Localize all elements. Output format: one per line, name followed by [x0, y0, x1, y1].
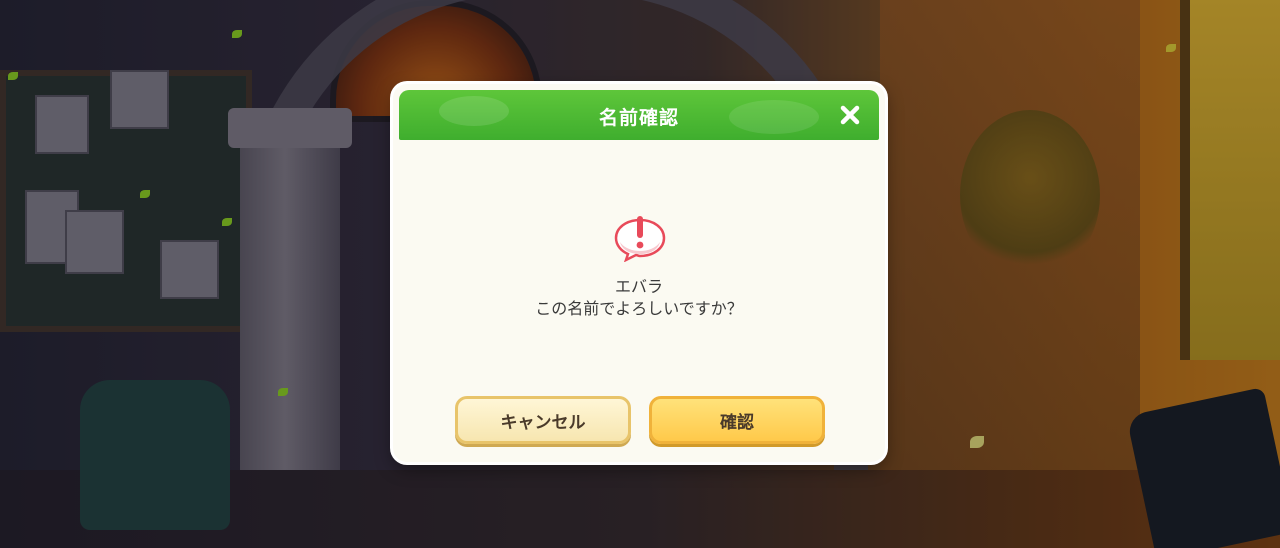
cancel-button-label: キャンセル	[500, 412, 586, 433]
floating-leaf	[232, 30, 242, 38]
close-icon	[840, 105, 860, 125]
bright-window	[1180, 0, 1280, 360]
pinned-note	[65, 210, 124, 274]
confirm-button-label: 確認	[720, 412, 754, 433]
confirm-question: この名前でよろしいですか？	[535, 299, 743, 318]
cancel-button[interactable]: キャンセル	[455, 396, 631, 444]
floating-leaf	[140, 190, 150, 198]
pinned-note	[160, 240, 219, 299]
floating-leaf	[278, 388, 288, 396]
floating-leaf	[8, 72, 18, 80]
pillar-capital	[228, 108, 352, 148]
exclamation-speech-bubble-icon	[612, 214, 668, 266]
dialog-title: 名前確認	[598, 107, 679, 129]
confirm-message: エバラ この名前でよろしいですか？	[393, 276, 885, 320]
glowing-butterfly	[970, 436, 984, 448]
name-confirm-dialog: 名前確認 エバラ この名前でよろしいですか？ キャンセル 確認	[393, 84, 885, 462]
pinned-note	[110, 70, 169, 129]
close-button[interactable]	[833, 98, 867, 132]
floating-leaf	[1166, 44, 1176, 52]
dark-signpost	[1126, 387, 1280, 548]
backpack	[80, 380, 230, 530]
floating-leaf	[222, 218, 232, 226]
potted-plant	[960, 110, 1100, 280]
confirm-button[interactable]: 確認	[649, 396, 825, 444]
pinned-note	[35, 95, 89, 154]
dialog-header: 名前確認	[399, 90, 879, 140]
entered-name: エバラ	[614, 277, 663, 296]
